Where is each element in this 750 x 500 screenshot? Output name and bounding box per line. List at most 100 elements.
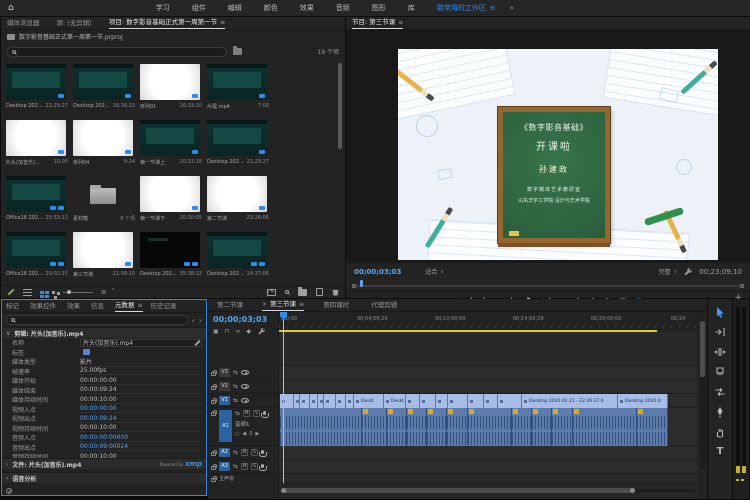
panel-tab[interactable]: 标记 [6, 301, 22, 312]
track-a3-lane[interactable] [279, 460, 697, 474]
panel-tab[interactable]: 源: (无剪辑) [57, 18, 95, 29]
audio-clip[interactable] [362, 408, 387, 446]
panel-menu-icon[interactable]: ≡ [299, 299, 304, 310]
find-icon[interactable] [285, 290, 289, 294]
metadata-field-value[interactable]: 00:00:00:00 [80, 405, 202, 413]
timeline-timecode[interactable]: 00;00;03;03 [213, 315, 267, 324]
workspace-tab-active[interactable]: 我常用的工作区 ≡ [437, 3, 496, 13]
workspace-menu-item[interactable]: 学习 [156, 3, 170, 13]
panel-tab[interactable]: 媒体浏览器 [7, 18, 43, 29]
overflow-chevron-icon[interactable]: » [510, 4, 514, 12]
track-target-v1[interactable]: V1 [219, 396, 230, 405]
icon-view-icon[interactable] [40, 291, 44, 294]
audio-clip[interactable] [637, 408, 668, 446]
solo-button[interactable]: S [251, 449, 258, 456]
clip-metadata-section[interactable]: ∨ 剪辑: 片头(加音乐).mp4 [2, 327, 206, 338]
timeline-playhead[interactable] [283, 312, 284, 483]
mute-button[interactable]: M [241, 449, 248, 456]
project-item[interactable]: 片尾.mp4 7:00 [205, 62, 271, 117]
video-clip[interactable] [498, 394, 522, 408]
track-header-a3[interactable]: A3 ⇆ M S [208, 460, 279, 474]
label-color-chip[interactable] [83, 349, 90, 355]
add-marker-icon[interactable]: ◆ [246, 328, 251, 335]
project-item[interactable]: Office16 2020.02... 29:02:15 [4, 230, 70, 284]
track-header-v1[interactable]: V1 ⇆ [208, 394, 279, 408]
voiceover-record-icon[interactable] [263, 411, 266, 415]
track-target-v3[interactable]: V3 [219, 368, 230, 377]
project-item[interactable]: Desktop 2020.02... 21:29:27 [4, 62, 70, 117]
metadata-field-value[interactable]: 00:00:09:24 [80, 386, 202, 394]
metadata-field-value[interactable]: 00:00:00:00000 [80, 434, 202, 442]
video-clip[interactable] [300, 394, 310, 408]
source-patch-icon[interactable]: ⇆ [233, 369, 238, 376]
empty-video-space[interactable] [279, 332, 697, 366]
voiceover-record-icon[interactable] [261, 450, 264, 454]
video-clip[interactable]: Desktop 2020.0 [618, 394, 668, 408]
home-icon[interactable]: ⌂ [8, 0, 14, 16]
search-input[interactable] [19, 48, 222, 55]
panel-tab[interactable]: 历史记录 [151, 301, 180, 312]
slip-tool[interactable] [713, 385, 727, 398]
sort-icons-icon[interactable]: ≡ ˇ [101, 288, 116, 296]
source-patch-icon[interactable]: ⇆ [233, 463, 238, 470]
audio-clip[interactable] [387, 408, 407, 446]
panel-tab[interactable]: 信息 [91, 301, 107, 312]
workspace-menu-item[interactable]: 颜色 [264, 3, 278, 13]
video-clip[interactable] [420, 394, 436, 408]
section-caret-icon[interactable]: ∨ [6, 330, 10, 337]
insert-overwrite-icon[interactable]: ▣ [213, 328, 219, 335]
audio-clip[interactable] [407, 408, 427, 446]
video-clip[interactable]: Deskt [354, 394, 384, 408]
zoom-handle-right[interactable] [630, 488, 635, 493]
track-header-a2[interactable]: A2 ⇆ M S [208, 446, 279, 460]
metadata-field-value[interactable] [80, 349, 202, 355]
sequence-tab[interactable]: 代理剪辑 [368, 300, 400, 311]
solo-button[interactable]: S [251, 463, 258, 470]
close-icon[interactable]: × [262, 299, 267, 310]
video-clip[interactable] [468, 394, 484, 408]
panel-tab[interactable]: 效果控件 [30, 301, 59, 312]
project-scrollbar[interactable] [338, 63, 342, 149]
selection-tool[interactable] [713, 305, 727, 318]
metadata-search-box[interactable] [6, 315, 188, 325]
program-monitor-tab[interactable]: 节目: 第三节课 ≡ [352, 17, 403, 29]
ripple-edit-tool[interactable] [713, 345, 727, 358]
scrollbar-thumb[interactable] [283, 488, 635, 493]
metadata-field-value[interactable]: 00:00:09:00024 [80, 443, 202, 451]
audio-clip[interactable] [512, 408, 532, 446]
video-clip[interactable] [346, 394, 354, 408]
panel-menu-icon[interactable]: ≡ [398, 17, 403, 28]
scrubber-track[interactable] [356, 285, 740, 287]
audio-clip[interactable] [552, 408, 573, 446]
new-item-icon[interactable] [316, 288, 323, 296]
workspace-menu-item[interactable]: 音频 [336, 3, 350, 13]
linked-selection-icon[interactable]: ∞ [235, 328, 240, 335]
find-next-icon[interactable]: › [199, 316, 202, 325]
track-target-a1[interactable]: A1 [219, 410, 232, 442]
playback-quality-select[interactable]: 完整 ∨ [659, 267, 678, 276]
track-v2-lane[interactable] [279, 380, 697, 394]
section-caret-icon[interactable]: › [6, 475, 8, 482]
timeline-settings-wrench-icon[interactable] [257, 327, 266, 336]
workspace-menu-item[interactable]: 图形 [372, 3, 386, 13]
metadata-field-value[interactable]: 00:00:00:00 [80, 377, 202, 385]
solo-button[interactable]: S [253, 410, 260, 417]
source-patch-icon[interactable]: ⇆ [233, 383, 238, 390]
freeform-view-icon[interactable] [52, 291, 55, 294]
timeline-track-area[interactable]: ;00;0000;04;59;2900;10;00;0000;14;59;290… [279, 312, 697, 499]
snap-icon[interactable]: ⊓ [225, 328, 230, 335]
track-a2-lane[interactable] [279, 446, 697, 460]
writable-indicator-icon[interactable] [7, 288, 14, 295]
video-clip[interactable] [436, 394, 448, 408]
timeline-horizontal-scrollbar[interactable] [281, 488, 695, 493]
lock-icon[interactable] [211, 400, 216, 404]
audio-clip[interactable] [468, 408, 512, 446]
audio-clip[interactable] [573, 408, 637, 446]
project-item[interactable]: Office16 2020.02... 25:53:13 [4, 174, 70, 229]
zoom-level-select[interactable]: 适合 ∨ [425, 267, 444, 276]
workspace-menu-item[interactable]: 编辑 [228, 3, 242, 13]
hand-tool[interactable] [713, 425, 727, 438]
lock-icon[interactable] [211, 466, 216, 470]
video-clip[interactable] [324, 394, 336, 408]
project-item[interactable]: 第一节课上 20:13:18 [138, 118, 204, 173]
